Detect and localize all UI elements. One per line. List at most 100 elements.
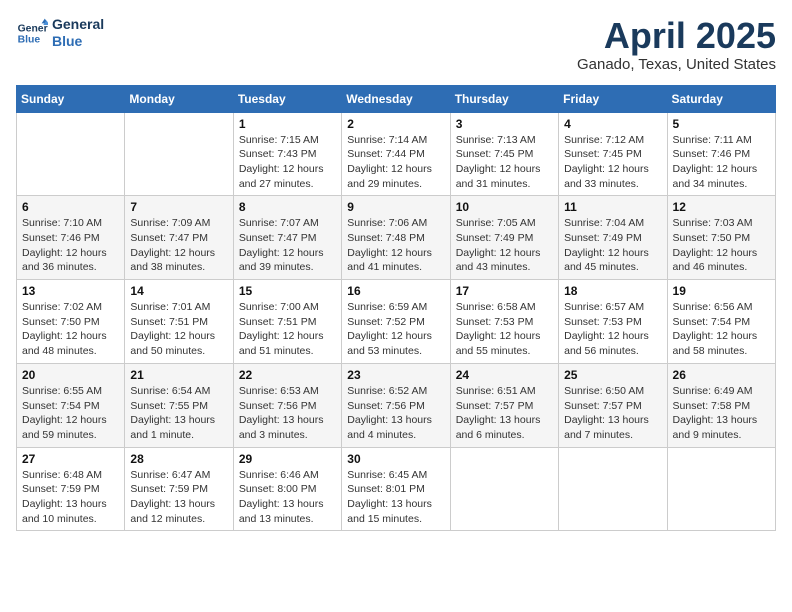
week-row-3: 20Sunrise: 6:55 AM Sunset: 7:54 PM Dayli…: [17, 363, 776, 447]
day-info: Sunrise: 6:56 AM Sunset: 7:54 PM Dayligh…: [673, 300, 770, 359]
month-title: April 2025: [577, 16, 776, 56]
calendar-cell: 15 Sunrise: 7:00 AM Sunset: 7:51 PM Dayli…: [233, 280, 341, 364]
day-number: 23: [347, 368, 444, 382]
calendar-cell: 2 Sunrise: 7:14 AM Sunset: 7:44 PM Daylig…: [342, 112, 450, 196]
day-number: 21: [130, 368, 227, 382]
calendar-cell: 4 Sunrise: 7:12 AM Sunset: 7:45 PM Daylig…: [559, 112, 667, 196]
calendar-cell: 11 Sunrise: 7:04 AM Sunset: 7:49 PM Dayli…: [559, 196, 667, 280]
calendar-cell: 20Sunrise: 6:55 AM Sunset: 7:54 PM Dayli…: [17, 363, 125, 447]
calendar-cell: [125, 112, 233, 196]
calendar-cell: 9 Sunrise: 7:06 AM Sunset: 7:48 PM Daylig…: [342, 196, 450, 280]
calendar-cell: 13Sunrise: 7:02 AM Sunset: 7:50 PM Dayli…: [17, 280, 125, 364]
day-number: 8: [239, 200, 336, 214]
title-area: April 2025 Ganado, Texas, United States: [577, 16, 776, 73]
day-info: Sunrise: 7:00 AM Sunset: 7:51 PM Dayligh…: [239, 300, 336, 359]
day-info: Sunrise: 6:51 AM Sunset: 7:57 PM Dayligh…: [456, 384, 553, 443]
day-info: Sunrise: 6:49 AM Sunset: 7:58 PM Dayligh…: [673, 384, 770, 443]
day-info: Sunrise: 7:10 AM Sunset: 7:46 PM Dayligh…: [22, 216, 119, 275]
calendar-cell: 18 Sunrise: 6:57 AM Sunset: 7:53 PM Dayli…: [559, 280, 667, 364]
calendar-cell: 5 Sunrise: 7:11 AM Sunset: 7:46 PM Daylig…: [667, 112, 775, 196]
calendar-cell: 22 Sunrise: 6:53 AM Sunset: 7:56 PM Dayli…: [233, 363, 341, 447]
day-number: 7: [130, 200, 227, 214]
calendar-cell: 21 Sunrise: 6:54 AM Sunset: 7:55 PM Dayli…: [125, 363, 233, 447]
calendar-cell: 29Sunrise: 6:46 AM Sunset: 8:00 PM Dayli…: [233, 447, 341, 531]
header: General Blue General Blue April 2025 Gan…: [16, 16, 776, 73]
day-info: Sunrise: 7:13 AM Sunset: 7:45 PM Dayligh…: [456, 133, 553, 192]
calendar-cell: 7 Sunrise: 7:09 AM Sunset: 7:47 PM Daylig…: [125, 196, 233, 280]
day-info: Sunrise: 7:11 AM Sunset: 7:46 PM Dayligh…: [673, 133, 770, 192]
calendar-cell: 28 Sunrise: 6:47 AM Sunset: 7:59 PM Dayli…: [125, 447, 233, 531]
day-info: Sunrise: 7:12 AM Sunset: 7:45 PM Dayligh…: [564, 133, 661, 192]
calendar-cell: 6 Sunrise: 7:10 AM Sunset: 7:46 PM Daylig…: [17, 196, 125, 280]
logo-icon: General Blue: [16, 17, 48, 49]
day-number: 3: [456, 117, 553, 131]
day-info: Sunrise: 6:48 AM Sunset: 7:59 PM Dayligh…: [22, 468, 119, 527]
weekday-header-saturday: Saturday: [667, 85, 775, 112]
day-number: 16: [347, 284, 444, 298]
svg-text:General: General: [18, 23, 48, 34]
day-number: 9: [347, 200, 444, 214]
day-info: Sunrise: 6:55 AM Sunset: 7:54 PM Dayligh…: [22, 384, 119, 443]
weekday-header-tuesday: Tuesday: [233, 85, 341, 112]
day-number: 18: [564, 284, 661, 298]
day-number: 12: [673, 200, 770, 214]
week-row-2: 13Sunrise: 7:02 AM Sunset: 7:50 PM Dayli…: [17, 280, 776, 364]
day-number: 13: [22, 284, 119, 298]
day-info: Sunrise: 6:57 AM Sunset: 7:53 PM Dayligh…: [564, 300, 661, 359]
day-number: 15: [239, 284, 336, 298]
day-number: 11: [564, 200, 661, 214]
calendar-cell: 27 Sunrise: 6:48 AM Sunset: 7:59 PM Dayli…: [17, 447, 125, 531]
day-number: 30: [347, 452, 444, 466]
day-info: Sunrise: 7:06 AM Sunset: 7:48 PM Dayligh…: [347, 216, 444, 275]
day-number: 28: [130, 452, 227, 466]
day-info: Sunrise: 7:14 AM Sunset: 7:44 PM Dayligh…: [347, 133, 444, 192]
weekday-header-thursday: Thursday: [450, 85, 558, 112]
logo: General Blue General Blue: [16, 16, 104, 50]
day-info: Sunrise: 6:54 AM Sunset: 7:55 PM Dayligh…: [130, 384, 227, 443]
day-info: Sunrise: 7:07 AM Sunset: 7:47 PM Dayligh…: [239, 216, 336, 275]
calendar-cell: [559, 447, 667, 531]
day-number: 2: [347, 117, 444, 131]
logo-text: General: [52, 16, 104, 33]
calendar-cell: 25Sunrise: 6:50 AM Sunset: 7:57 PM Dayli…: [559, 363, 667, 447]
day-number: 27: [22, 452, 119, 466]
calendar-cell: 24Sunrise: 6:51 AM Sunset: 7:57 PM Dayli…: [450, 363, 558, 447]
calendar-cell: 26 Sunrise: 6:49 AM Sunset: 7:58 PM Dayli…: [667, 363, 775, 447]
day-info: Sunrise: 6:52 AM Sunset: 7:56 PM Dayligh…: [347, 384, 444, 443]
calendar-cell: 3 Sunrise: 7:13 AM Sunset: 7:45 PM Daylig…: [450, 112, 558, 196]
svg-text:Blue: Blue: [18, 34, 41, 45]
day-number: 5: [673, 117, 770, 131]
day-number: 26: [673, 368, 770, 382]
day-info: Sunrise: 6:47 AM Sunset: 7:59 PM Dayligh…: [130, 468, 227, 527]
calendar-cell: 8 Sunrise: 7:07 AM Sunset: 7:47 PM Daylig…: [233, 196, 341, 280]
day-info: Sunrise: 7:04 AM Sunset: 7:49 PM Dayligh…: [564, 216, 661, 275]
day-info: Sunrise: 7:15 AM Sunset: 7:43 PM Dayligh…: [239, 133, 336, 192]
day-info: Sunrise: 6:58 AM Sunset: 7:53 PM Dayligh…: [456, 300, 553, 359]
weekday-header-wednesday: Wednesday: [342, 85, 450, 112]
day-info: Sunrise: 7:03 AM Sunset: 7:50 PM Dayligh…: [673, 216, 770, 275]
weekday-header-monday: Monday: [125, 85, 233, 112]
calendar-table: SundayMondayTuesdayWednesdayThursdayFrid…: [16, 85, 776, 532]
day-number: 22: [239, 368, 336, 382]
calendar-cell: 12 Sunrise: 7:03 AM Sunset: 7:50 PM Dayli…: [667, 196, 775, 280]
day-info: Sunrise: 7:09 AM Sunset: 7:47 PM Dayligh…: [130, 216, 227, 275]
day-number: 19: [673, 284, 770, 298]
day-number: 14: [130, 284, 227, 298]
calendar-cell: [667, 447, 775, 531]
day-number: 6: [22, 200, 119, 214]
day-number: 4: [564, 117, 661, 131]
day-number: 25: [564, 368, 661, 382]
calendar-cell: 10Sunrise: 7:05 AM Sunset: 7:49 PM Dayli…: [450, 196, 558, 280]
calendar-cell: 14 Sunrise: 7:01 AM Sunset: 7:51 PM Dayli…: [125, 280, 233, 364]
week-row-4: 27 Sunrise: 6:48 AM Sunset: 7:59 PM Dayli…: [17, 447, 776, 531]
day-number: 17: [456, 284, 553, 298]
day-info: Sunrise: 6:59 AM Sunset: 7:52 PM Dayligh…: [347, 300, 444, 359]
calendar-cell: [450, 447, 558, 531]
location-title: Ganado, Texas, United States: [577, 56, 776, 73]
calendar-cell: 1Sunrise: 7:15 AM Sunset: 7:43 PM Daylig…: [233, 112, 341, 196]
day-number: 10: [456, 200, 553, 214]
weekday-header-row: SundayMondayTuesdayWednesdayThursdayFrid…: [17, 85, 776, 112]
day-info: Sunrise: 6:53 AM Sunset: 7:56 PM Dayligh…: [239, 384, 336, 443]
weekday-header-friday: Friday: [559, 85, 667, 112]
day-info: Sunrise: 7:01 AM Sunset: 7:51 PM Dayligh…: [130, 300, 227, 359]
